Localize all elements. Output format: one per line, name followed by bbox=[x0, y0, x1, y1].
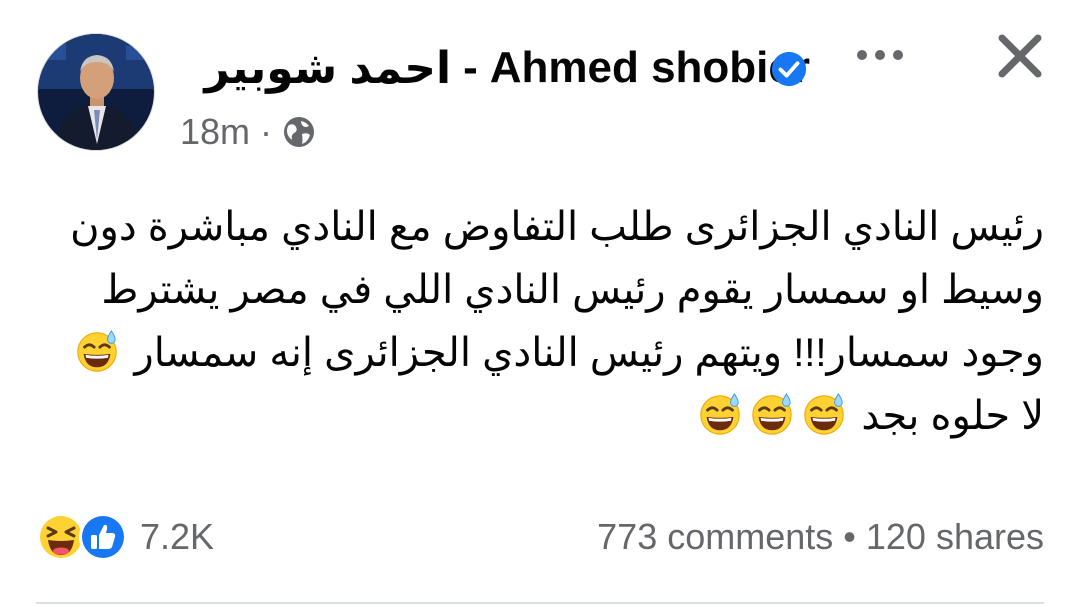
like-reaction-icon bbox=[79, 513, 127, 561]
post-text-line: رئيس النادي الجزائرى طلب التفاوض مع النا… bbox=[70, 205, 1044, 249]
verified-badge-icon bbox=[771, 51, 807, 87]
post-meta: 18m · bbox=[180, 110, 316, 154]
post-time[interactable]: 18m bbox=[180, 111, 250, 153]
reactions-count[interactable]: 7.2K bbox=[140, 516, 214, 558]
divider bbox=[36, 602, 1044, 604]
author-name-english[interactable]: Ahmed shobier bbox=[490, 43, 810, 93]
grinning-sweat-emoji-icon bbox=[801, 391, 847, 437]
globe-icon[interactable] bbox=[282, 115, 316, 149]
post-stats: 773 comments • 120 shares bbox=[597, 512, 1044, 562]
post-body: رئيس النادي الجزائرى طلب التفاوض مع النا… bbox=[40, 196, 1044, 448]
post-text-line: لا حلوه بجد bbox=[40, 385, 1044, 448]
grinning-sweat-emoji-icon bbox=[749, 391, 795, 437]
grinning-sweat-emoji-icon bbox=[74, 328, 120, 374]
more-options-icon[interactable] bbox=[852, 40, 908, 70]
post-text-line: وجود سمسار!!! ويتهم رئيس النادي الجزائرى… bbox=[40, 322, 1044, 385]
avatar-image bbox=[38, 34, 154, 150]
post-author[interactable]: احمد شوبير - Ahmed shobier bbox=[204, 40, 810, 96]
author-avatar[interactable] bbox=[37, 33, 155, 151]
grinning-sweat-emoji-icon bbox=[697, 391, 743, 437]
reactions-summary[interactable]: 7.2K bbox=[36, 512, 214, 562]
author-name-arabic[interactable]: احمد شوبير bbox=[204, 43, 451, 94]
comments-count[interactable]: 773 comments bbox=[597, 516, 833, 558]
stats-separator: • bbox=[843, 516, 856, 557]
meta-dot: · bbox=[260, 111, 273, 152]
shares-count[interactable]: 120 shares bbox=[866, 516, 1044, 558]
post-text-line: وسيط او سمسار يقوم رئيس النادي اللي في م… bbox=[101, 268, 1044, 312]
close-icon[interactable] bbox=[994, 30, 1046, 82]
author-name-separator: - bbox=[463, 43, 478, 92]
